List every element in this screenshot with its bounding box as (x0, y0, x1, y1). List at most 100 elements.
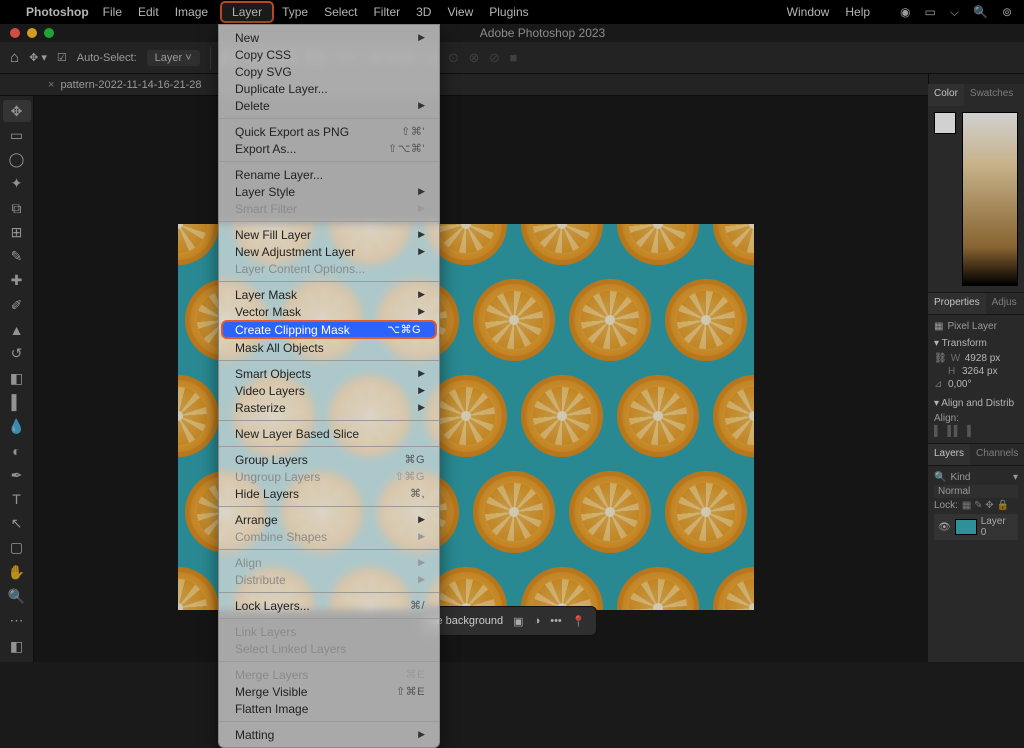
tab-color[interactable]: Color (928, 84, 964, 106)
menu-item-vector-mask[interactable]: Vector Mask▶ (219, 303, 439, 320)
zoom-window-button[interactable] (44, 28, 54, 38)
visibility-icon[interactable]: 👁 (938, 522, 951, 533)
menu-type[interactable]: Type (282, 5, 308, 19)
menu-item-new-fill-layer[interactable]: New Fill Layer▶ (219, 226, 439, 243)
move-tool-icon[interactable]: ✥ ▾ (29, 51, 47, 64)
tab-layers[interactable]: Layers (928, 444, 970, 465)
menu-view[interactable]: View (447, 5, 473, 19)
menu-item-copy-css[interactable]: Copy CSS (219, 46, 439, 63)
pen-tool[interactable]: ✒ (3, 464, 31, 486)
align-icons[interactable]: ▌ ▐ ▌ ▐ (934, 426, 971, 437)
move-tool[interactable]: ✥ (3, 100, 31, 122)
history-brush-tool[interactable]: ↺ (3, 343, 31, 365)
menu-select[interactable]: Select (324, 5, 357, 19)
eyedropper-tool[interactable]: ✎ (3, 246, 31, 268)
path-tool[interactable]: ↖ (3, 513, 31, 535)
layer-thumbnail[interactable] (955, 519, 977, 535)
document-tab[interactable]: × pattern-2022-11-14-16-21-28 (0, 74, 1024, 96)
auto-select-checkbox[interactable]: ☑ (57, 51, 67, 64)
tab-properties[interactable]: Properties (928, 293, 986, 314)
menu-file[interactable]: File (103, 5, 122, 19)
wand-tool[interactable]: ✦ (3, 173, 31, 195)
transform-header[interactable]: Transform (942, 338, 987, 349)
menu-edit[interactable]: Edit (138, 5, 159, 19)
home-icon[interactable]: ⌂ (10, 49, 19, 66)
menu-layer[interactable]: Layer (220, 1, 274, 23)
battery-icon[interactable]: ▭ (925, 5, 936, 19)
angle-value[interactable]: 0,00° (948, 379, 971, 390)
menu-item-layer-mask[interactable]: Layer Mask▶ (219, 286, 439, 303)
link-wh-icon[interactable]: ⛓ (934, 353, 947, 364)
lasso-tool[interactable]: ◯ (3, 149, 31, 171)
blend-mode[interactable]: Normal (938, 486, 970, 497)
edit-toolbar[interactable]: ⋯ (3, 610, 31, 632)
menu-3d[interactable]: 3D (416, 5, 431, 19)
dodge-tool[interactable]: ◐ (3, 440, 31, 462)
contextual-task-bar[interactable]: ve background ▣ ◑ ••• 📍 (420, 606, 597, 636)
menu-item-new-layer-based-slice[interactable]: New Layer Based Slice (219, 425, 439, 442)
menu-item-smart-objects[interactable]: Smart Objects▶ (219, 365, 439, 382)
brush-tool[interactable]: ✐ (3, 294, 31, 316)
menu-item-rename-layer[interactable]: Rename Layer... (219, 166, 439, 183)
control-center-icon[interactable]: ⊚ (1002, 5, 1012, 19)
color-ramp[interactable] (962, 112, 1018, 286)
type-tool[interactable]: T (3, 488, 31, 510)
shape-tool[interactable]: ▢ (3, 537, 31, 559)
menu-item-export-as[interactable]: Export As...⇧⌥⌘' (219, 140, 439, 157)
stamp-tool[interactable]: ▲ (3, 318, 31, 340)
layer-name[interactable]: Layer 0 (981, 516, 1014, 538)
close-window-button[interactable] (10, 28, 20, 38)
menu-item-video-layers[interactable]: Video Layers▶ (219, 382, 439, 399)
wifi-icon[interactable]: ⌵ (950, 5, 959, 20)
frame-tool[interactable]: ⊞ (3, 221, 31, 243)
crop-tool[interactable]: ⧉ (3, 197, 31, 219)
blur-tool[interactable]: 💧 (3, 415, 31, 437)
menu-item-new[interactable]: New▶ (219, 29, 439, 46)
adjust-icon[interactable]: ◑ (534, 615, 541, 627)
menu-item-create-clipping-mask[interactable]: Create Clipping Mask⌥⌘G (221, 320, 437, 339)
menu-item-mask-all-objects[interactable]: Mask All Objects (219, 339, 439, 356)
menu-item-quick-export-as-png[interactable]: Quick Export as PNG⇧⌘' (219, 123, 439, 140)
tab-channels[interactable]: Channels (970, 444, 1024, 465)
menu-item-new-adjustment-layer[interactable]: New Adjustment Layer▶ (219, 243, 439, 260)
app-name[interactable]: Photoshop (26, 5, 89, 19)
menu-filter[interactable]: Filter (373, 5, 400, 19)
3d-icons[interactable]: ⊕ ⊙ ⊗ ⊘ ■ (427, 50, 520, 66)
menu-item-flatten-image[interactable]: Flatten Image (219, 700, 439, 717)
close-tab-icon[interactable]: × (48, 79, 54, 91)
healing-tool[interactable]: ✚ (3, 270, 31, 292)
menu-window[interactable]: Window (787, 5, 830, 19)
menu-item-matting[interactable]: Matting▶ (219, 726, 439, 743)
menu-item-lock-layers[interactable]: Lock Layers...⌘/ (219, 597, 439, 614)
menu-item-duplicate-layer[interactable]: Duplicate Layer... (219, 80, 439, 97)
menu-plugins[interactable]: Plugins (489, 5, 528, 19)
hand-tool[interactable]: ✋ (3, 561, 31, 583)
foreground-swatch[interactable] (934, 112, 956, 134)
width-value[interactable]: 4928 px (965, 353, 1001, 364)
auto-select-target[interactable]: Layer ˅ (147, 50, 200, 66)
menu-item-hide-layers[interactable]: Hide Layers⌘, (219, 485, 439, 502)
align-header[interactable]: Align and Distrib (941, 398, 1014, 409)
pin-icon[interactable]: 📍 (572, 615, 586, 628)
marquee-tool[interactable]: ▭ (3, 124, 31, 146)
menu-item-group-layers[interactable]: Group Layers⌘G (219, 451, 439, 468)
height-value[interactable]: 3264 px (962, 366, 998, 377)
color-swatch[interactable]: ◧ (3, 634, 31, 660)
more-icon[interactable]: ••• (550, 615, 562, 627)
menu-item-merge-visible[interactable]: Merge Visible⇧⌘E (219, 683, 439, 700)
zoom-tool[interactable]: 🔍 (3, 585, 31, 607)
gradient-tool[interactable]: ▌ (3, 391, 31, 413)
menu-help[interactable]: Help (845, 5, 870, 19)
minimize-window-button[interactable] (27, 28, 37, 38)
tab-adjustments[interactable]: Adjus (986, 293, 1023, 314)
menu-item-layer-style[interactable]: Layer Style▶ (219, 183, 439, 200)
eraser-tool[interactable]: ◧ (3, 367, 31, 389)
menu-item-copy-svg[interactable]: Copy SVG (219, 63, 439, 80)
menu-item-rasterize[interactable]: Rasterize▶ (219, 399, 439, 416)
menu-item-delete[interactable]: Delete▶ (219, 97, 439, 114)
menu-image[interactable]: Image (175, 5, 208, 19)
menu-item-arrange[interactable]: Arrange▶ (219, 511, 439, 528)
spotlight-icon[interactable]: 🔍 (973, 5, 988, 19)
lock-icons[interactable]: ▦ ✎ ✥ 🔒 (962, 500, 1009, 511)
record-icon[interactable]: ◉ (900, 5, 910, 19)
